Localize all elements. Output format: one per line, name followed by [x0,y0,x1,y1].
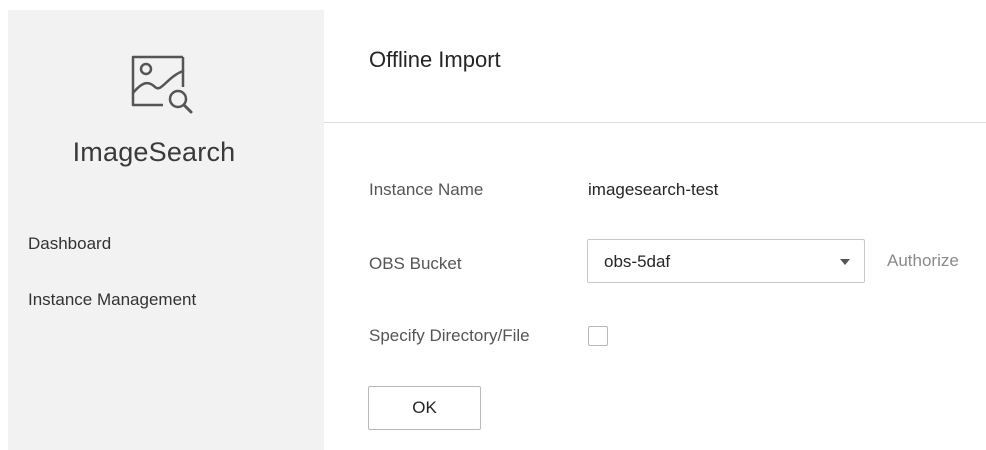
title-divider [324,122,986,123]
app: ImageSearch Dashboard Instance Managemen… [0,0,986,450]
caret-down-icon [840,259,850,265]
image-search-icon [131,55,193,114]
instance-name-value: imagesearch-test [588,180,719,199]
page-title: Offline Import [369,47,501,72]
app-name: ImageSearch [72,137,236,167]
obs-bucket-select[interactable]: obs-5daf [587,239,865,283]
sidebar: ImageSearch Dashboard Instance Managemen… [8,10,324,450]
specify-directory-checkbox[interactable] [588,326,608,346]
ok-button[interactable]: OK [368,386,481,430]
sidebar-item-instance-management[interactable]: Instance Management [28,290,196,310]
specify-directory-label: Specify Directory/File [369,326,530,345]
sidebar-item-dashboard[interactable]: Dashboard [28,234,111,254]
instance-name-label: Instance Name [369,180,484,199]
obs-bucket-label: OBS Bucket [369,254,462,273]
obs-bucket-selected-value: obs-5daf [604,252,671,271]
authorize-link[interactable]: Authorize [887,251,959,271]
